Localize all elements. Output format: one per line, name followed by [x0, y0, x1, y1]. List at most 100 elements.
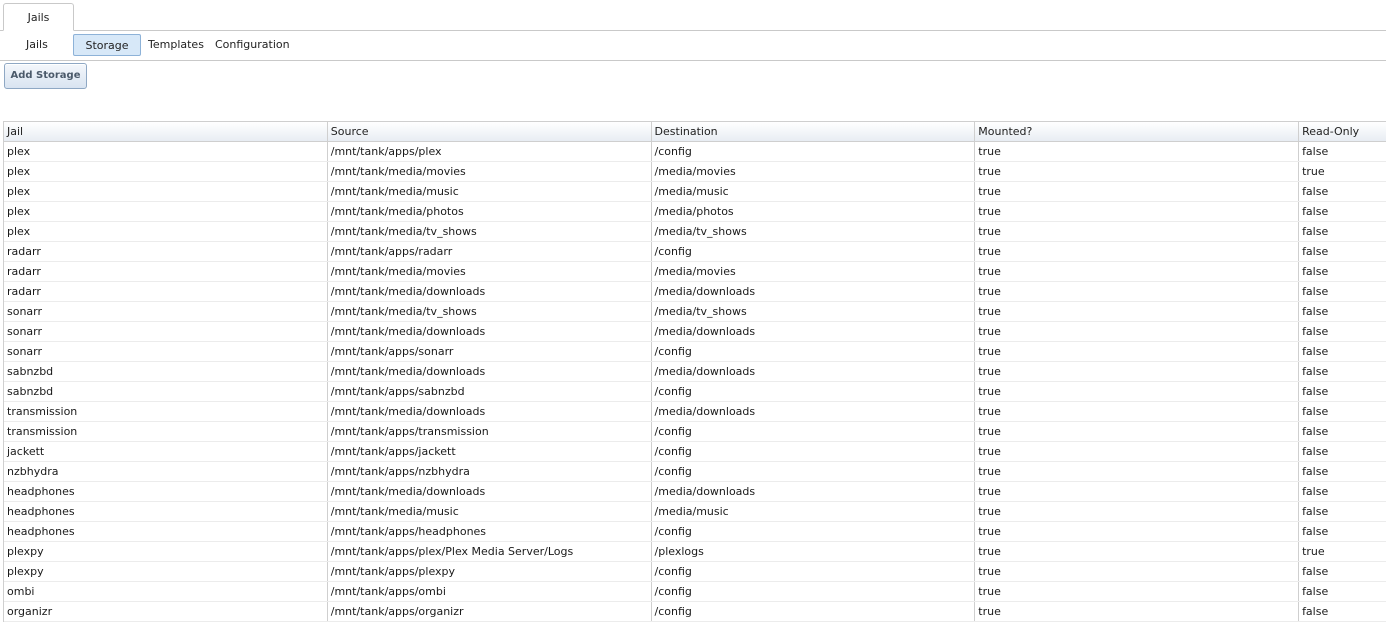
subnav-storage[interactable]: Storage [73, 34, 141, 56]
cell-mounted: true [975, 382, 1300, 401]
cell-source: /mnt/tank/apps/organizr [328, 602, 652, 621]
cell-source: /mnt/tank/media/music [328, 182, 652, 201]
add-storage-button[interactable]: Add Storage [4, 63, 87, 89]
cell-jail: plex [4, 142, 328, 161]
column-header-jail[interactable]: Jail [4, 122, 328, 141]
cell-source: /mnt/tank/apps/radarr [328, 242, 652, 261]
table-row[interactable]: radarr/mnt/tank/apps/radarr/config true fa… [4, 242, 1386, 262]
cell-source: /mnt/tank/apps/plexpy [328, 562, 652, 581]
cell-destination: /media/downloads [652, 482, 976, 501]
sub-navigation: Jails Storage Templates Configuration [0, 31, 1386, 61]
subnav-configuration[interactable]: Configuration [211, 34, 294, 56]
cell-source: /mnt/tank/media/tv_shows [328, 222, 652, 241]
cell-mounted: true [975, 362, 1300, 381]
table-row[interactable]: sabnzbd/mnt/tank/apps/sabnzbd/config true… [4, 382, 1386, 402]
table-body: plex/mnt/tank/apps/plex/config true false p… [4, 142, 1386, 622]
cell-jail: sonarr [4, 302, 328, 321]
table-row[interactable]: transmission/mnt/tank/apps/transmission /… [4, 422, 1386, 442]
cell-mounted: true [975, 142, 1300, 161]
cell-mounted: true [975, 322, 1300, 341]
cell-source: /mnt/tank/apps/plex/Plex Media Server/Lo… [328, 542, 652, 561]
table-row[interactable]: transmission/mnt/tank/media/downloads/me… [4, 402, 1386, 422]
cell-jail: jackett [4, 442, 328, 461]
cell-source: /mnt/tank/media/movies [328, 162, 652, 181]
column-header-read-only[interactable]: Read-Only [1299, 122, 1386, 141]
cell-read-only: false [1302, 265, 1329, 278]
cell-mounted: true [975, 562, 1300, 581]
cell-read-only: false [1302, 145, 1329, 158]
table-row[interactable]: organizr/mnt/tank/apps/organizr/config tr… [4, 602, 1386, 622]
table-row[interactable]: plex/mnt/tank/media/tv_shows/media/tv_sh… [4, 222, 1386, 242]
tab-jails-main[interactable]: Jails [3, 3, 74, 31]
cell-jail: radarr [4, 282, 328, 301]
cell-source: /mnt/tank/apps/nzbhydra [328, 462, 652, 481]
table-row[interactable]: plexpy/mnt/tank/apps/plexpy/config true fa… [4, 562, 1386, 582]
cell-read-only: false [1302, 345, 1329, 358]
table-row[interactable]: jackett/mnt/tank/apps/jackett/config true… [4, 442, 1386, 462]
cell-source: /mnt/tank/media/photos [328, 202, 652, 221]
cell-jail: plexpy [4, 562, 328, 581]
table-row[interactable]: plex/mnt/tank/apps/plex/config true false [4, 142, 1386, 162]
cell-destination: /config [652, 582, 976, 601]
cell-mounted: true [975, 482, 1300, 501]
cell-source: /mnt/tank/media/movies [328, 262, 652, 281]
cell-mounted: true [975, 442, 1300, 461]
cell-read-only: false [1302, 365, 1329, 378]
table-row[interactable]: sonarr/mnt/tank/apps/sonarr/config true fa… [4, 342, 1386, 362]
cell-source: /mnt/tank/apps/sabnzbd [328, 382, 652, 401]
cell-destination: /config [652, 342, 976, 361]
cell-source: /mnt/tank/media/downloads [328, 482, 652, 501]
cell-read-only: true [1302, 165, 1325, 178]
cell-source: /mnt/tank/apps/sonarr [328, 342, 652, 361]
table-row[interactable]: sabnzbd/mnt/tank/media/downloads/media/d… [4, 362, 1386, 382]
column-header-mounted[interactable]: Mounted? [975, 122, 1300, 141]
cell-read-only: false [1302, 485, 1329, 498]
table-row[interactable]: headphones/mnt/tank/apps/headphones/conf… [4, 522, 1386, 542]
table-row[interactable]: plexpy/mnt/tank/apps/plex/Plex Media Ser… [4, 542, 1386, 562]
cell-jail: plex [4, 162, 328, 181]
cell-read-only: false [1302, 565, 1329, 578]
table-row[interactable]: radarr/mnt/tank/media/movies/media/movie… [4, 262, 1386, 282]
cell-destination: /config [652, 562, 976, 581]
cell-read-only: false [1302, 325, 1329, 338]
cell-read-only: false [1302, 465, 1329, 478]
table-row[interactable]: nzbhydra/mnt/tank/apps/nzbhydra/config tr… [4, 462, 1386, 482]
cell-jail: radarr [4, 242, 328, 261]
table-row[interactable]: headphones/mnt/tank/media/downloads/medi… [4, 482, 1386, 502]
cell-source: /mnt/tank/media/downloads [328, 362, 652, 381]
cell-jail: sonarr [4, 342, 328, 361]
cell-mounted: true [975, 242, 1300, 261]
cell-jail: organizr [4, 602, 328, 621]
cell-jail: plex [4, 182, 328, 201]
table-row[interactable]: plex/mnt/tank/media/movies/media/movies t… [4, 162, 1386, 182]
table-row[interactable]: sonarr/mnt/tank/media/tv_shows/media/tv_… [4, 302, 1386, 322]
cell-read-only: false [1302, 205, 1329, 218]
cell-mounted: true [975, 262, 1300, 281]
cell-jail: plexpy [4, 542, 328, 561]
table-row[interactable]: plex/mnt/tank/media/music/media/music tru… [4, 182, 1386, 202]
cell-destination: /config [652, 142, 976, 161]
table-row[interactable]: plex/mnt/tank/media/photos/media/photos t… [4, 202, 1386, 222]
cell-mounted: true [975, 522, 1300, 541]
subnav-templates[interactable]: Templates [144, 34, 208, 56]
cell-destination: /config [652, 242, 976, 261]
subnav-jails[interactable]: Jails [22, 34, 52, 56]
cell-jail: radarr [4, 262, 328, 281]
cell-source: /mnt/tank/media/downloads [328, 402, 652, 421]
cell-jail: headphones [4, 482, 328, 501]
column-header-source[interactable]: Source [328, 122, 652, 141]
table-row[interactable]: ombi/mnt/tank/apps/ombi/config true false [4, 582, 1386, 602]
cell-jail: sabnzbd [4, 382, 328, 401]
cell-destination: /media/downloads [652, 322, 976, 341]
cell-jail: headphones [4, 502, 328, 521]
cell-destination: /media/tv_shows [652, 302, 976, 321]
column-header-destination[interactable]: Destination [652, 122, 976, 141]
table-row[interactable]: sonarr/mnt/tank/media/downloads/media/do… [4, 322, 1386, 342]
cell-mounted: true [975, 502, 1300, 521]
table-row[interactable]: radarr/mnt/tank/media/downloads/media/do… [4, 282, 1386, 302]
cell-destination: /media/downloads [652, 402, 976, 421]
table-header: Jail Source Destination Mounted? Read-On… [4, 122, 1386, 142]
cell-destination: /config [652, 382, 976, 401]
table-row[interactable]: headphones/mnt/tank/media/music/media/mu… [4, 502, 1386, 522]
cell-read-only: true [1302, 545, 1325, 558]
